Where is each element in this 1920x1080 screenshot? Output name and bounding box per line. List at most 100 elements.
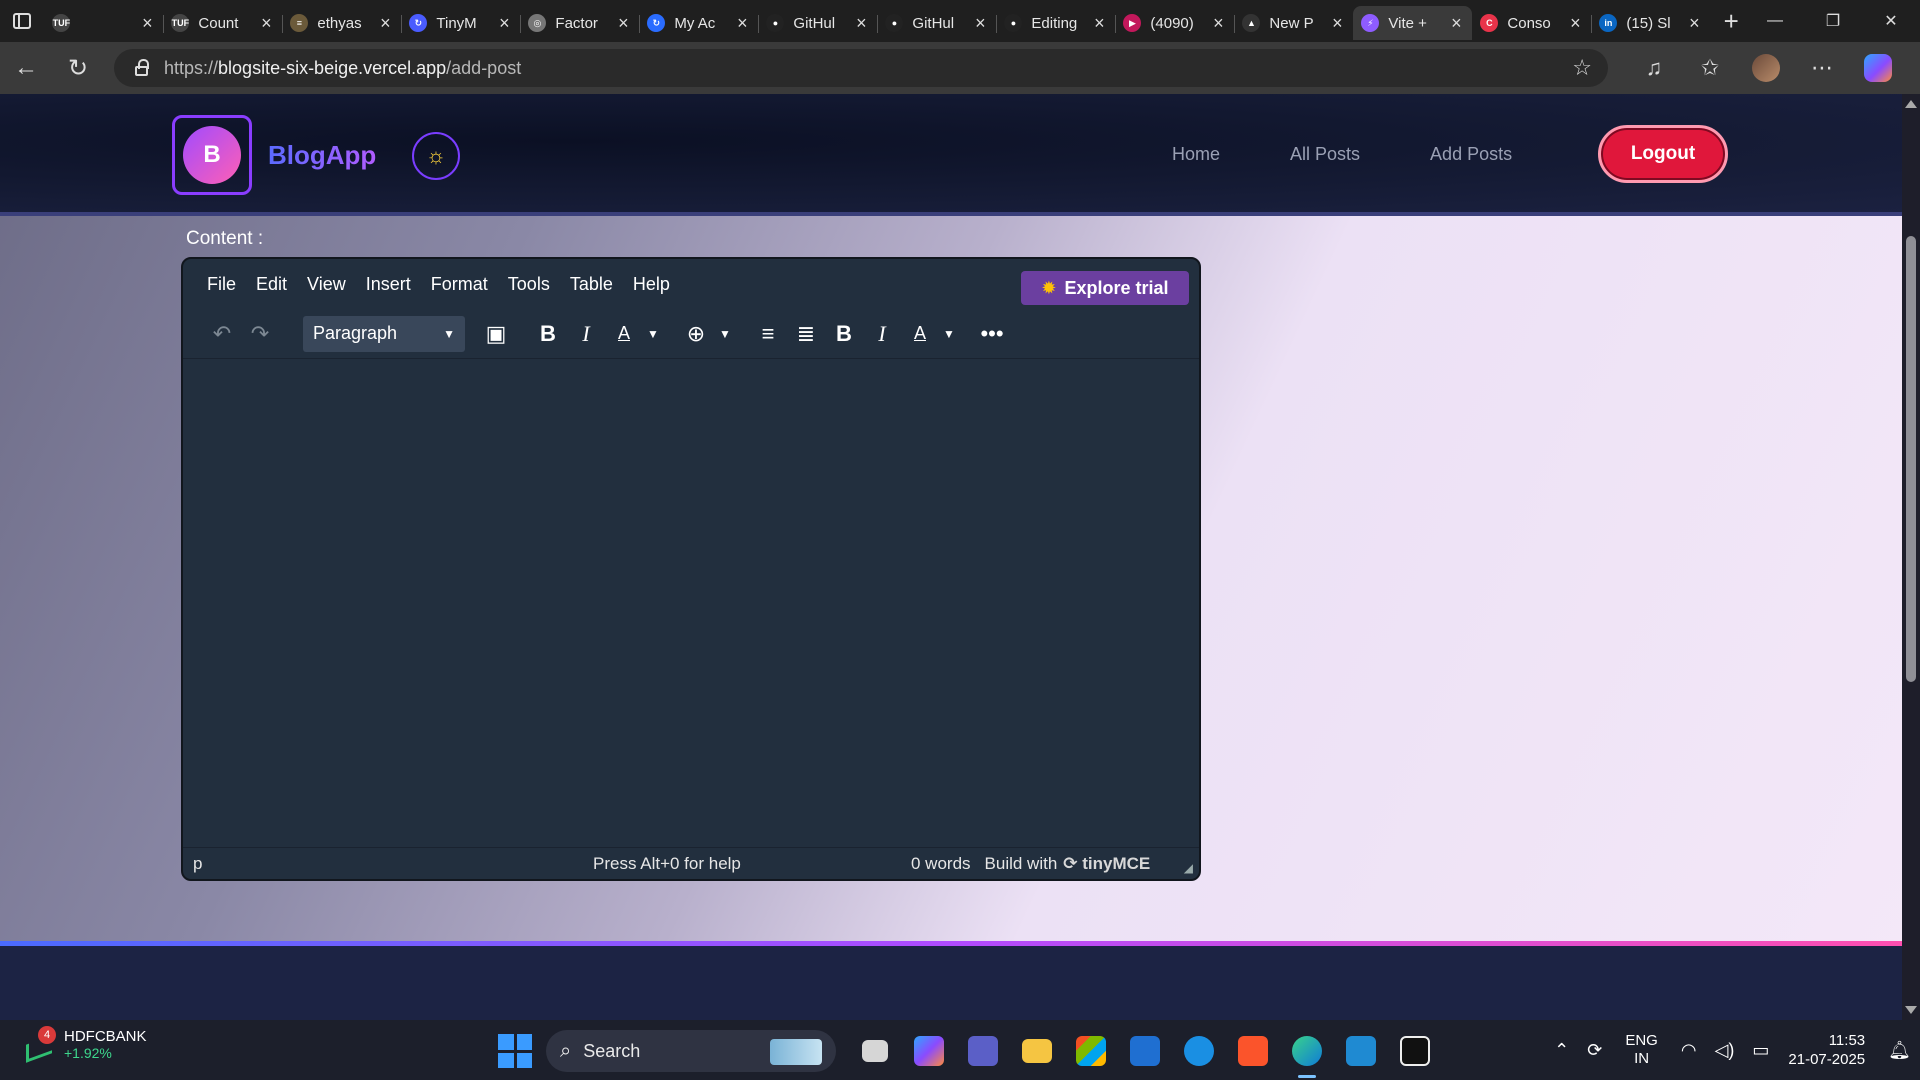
build-with-badge[interactable]: Build with ⟳ tinyMCE [985, 854, 1151, 874]
browser-tab[interactable]: in (15) Sl × [1591, 6, 1710, 40]
new-tab-button[interactable]: + [1716, 4, 1746, 38]
close-tab-icon[interactable]: × [734, 13, 750, 34]
more-menu-icon[interactable]: ⋯ [1794, 55, 1850, 81]
read-aloud-icon[interactable]: ♫ [1626, 55, 1682, 81]
text-color-icon-2[interactable]: A [901, 317, 939, 351]
file-explorer-icon[interactable] [1014, 1028, 1060, 1074]
bold-icon-2[interactable]: B [825, 317, 863, 351]
text-color-icon[interactable]: A [605, 317, 643, 351]
close-tab-icon[interactable]: × [1448, 13, 1464, 34]
notifications-bell-icon[interactable]: 🔔︎ [1888, 1040, 1911, 1061]
redo-icon[interactable]: ↷ [241, 317, 279, 351]
menu-table[interactable]: Table [570, 274, 613, 295]
text-color-chevron-icon[interactable]: ▼ [643, 317, 663, 351]
block-format-select[interactable]: Paragraph ▼ [303, 315, 465, 352]
close-tab-icon[interactable]: × [377, 13, 393, 34]
back-icon[interactable]: ← [0, 42, 52, 94]
lock-icon[interactable] [130, 59, 152, 76]
terminal-app-icon[interactable] [1392, 1028, 1438, 1074]
browser-tab[interactable]: ≡ ethyas × [282, 6, 401, 40]
menu-edit[interactable]: Edit [256, 274, 287, 295]
scroll-down-icon[interactable] [1905, 1006, 1917, 1014]
theme-toggle-sun-icon[interactable]: ☼ [412, 132, 460, 180]
explore-trial-button[interactable]: ✹ Explore trial [1021, 271, 1189, 305]
nav-home-link[interactable]: Home [1172, 144, 1220, 165]
brave-browser-icon[interactable] [1230, 1028, 1276, 1074]
close-tab-icon[interactable]: × [1567, 13, 1583, 34]
browser-tab[interactable]: ↻ My Ac × [639, 6, 758, 40]
menu-help[interactable]: Help [633, 274, 670, 295]
browser-tab[interactable]: ● GitHul × [877, 6, 996, 40]
browser-tab[interactable]: ▶ (4090) × [1115, 6, 1234, 40]
close-tab-icon[interactable]: × [1210, 13, 1226, 34]
vscode-icon[interactable] [1338, 1028, 1384, 1074]
battery-icon[interactable]: ▭ [1752, 1040, 1769, 1061]
copilot-icon[interactable] [1850, 54, 1906, 82]
sync-icon[interactable]: ⟳ [1587, 1040, 1602, 1061]
align-left-icon[interactable]: ≡ [749, 317, 787, 351]
close-window-icon[interactable]: ✕ [1862, 0, 1920, 42]
page-scrollbar[interactable] [1902, 94, 1920, 1020]
element-path[interactable]: p [193, 854, 593, 874]
align-center-icon[interactable]: ≣ [787, 317, 825, 351]
browser-tab[interactable]: ● GitHul × [758, 6, 877, 40]
clock[interactable]: 11:53 21-07-2025 [1788, 1031, 1865, 1069]
browser-tab[interactable]: C Conso × [1472, 6, 1591, 40]
show-hidden-icons-chevron-icon[interactable]: ⌃ [1554, 1040, 1569, 1061]
myhp-icon[interactable] [1122, 1028, 1168, 1074]
browser-tab[interactable]: ⚡ Vite + × [1353, 6, 1473, 40]
close-tab-icon[interactable]: × [258, 13, 274, 34]
task-view-icon[interactable] [852, 1028, 898, 1074]
editor-content-area[interactable] [183, 359, 1199, 841]
insert-image-icon[interactable]: ▣ [477, 317, 515, 351]
browser-tab[interactable]: TUF × [44, 6, 163, 40]
stock-widget[interactable]: 4 HDFCBANK +1.92% [24, 1025, 147, 1063]
close-tab-icon[interactable]: × [1091, 13, 1107, 34]
browser-tab[interactable]: ◎ Factor × [520, 6, 639, 40]
favorites-icon[interactable]: ✩ [1682, 55, 1738, 81]
tab-actions-icon[interactable] [0, 0, 44, 42]
more-tools-icon[interactable]: ••• [973, 317, 1011, 351]
language-globe-icon[interactable]: ⊕ [677, 317, 715, 351]
browser-tab[interactable]: TUF Count × [163, 6, 282, 40]
profile-avatar[interactable] [1738, 54, 1794, 82]
browser-tab[interactable]: ↻ TinyM × [401, 6, 520, 40]
close-tab-icon[interactable]: × [853, 13, 869, 34]
nav-add-posts-link[interactable]: Add Posts [1430, 144, 1512, 165]
browser-tab[interactable]: ● Editing × [996, 6, 1115, 40]
undo-icon[interactable]: ↶ [203, 317, 241, 351]
menu-file[interactable]: File [207, 274, 236, 295]
browser-tab[interactable]: ▲ New P × [1234, 6, 1353, 40]
language-indicator[interactable]: ENG IN [1625, 1032, 1658, 1068]
nav-all-posts-link[interactable]: All Posts [1290, 144, 1360, 165]
close-tab-icon[interactable]: × [139, 13, 155, 34]
menu-insert[interactable]: Insert [366, 274, 411, 295]
wifi-icon[interactable]: ◠ [1681, 1040, 1697, 1061]
resize-handle-icon[interactable]: ◢ [1184, 861, 1193, 875]
scroll-thumb[interactable] [1906, 236, 1916, 682]
close-tab-icon[interactable]: × [496, 13, 512, 34]
close-tab-icon[interactable]: × [615, 13, 631, 34]
microsoft-store-icon[interactable] [1068, 1028, 1114, 1074]
copilot-app-icon[interactable] [906, 1028, 952, 1074]
language-chevron-icon[interactable]: ▼ [715, 317, 735, 351]
brand-name[interactable]: BlogApp [268, 140, 376, 171]
menu-tools[interactable]: Tools [508, 274, 550, 295]
word-count[interactable]: 0 words [911, 854, 971, 874]
maximize-icon[interactable]: ❐ [1804, 0, 1862, 42]
scroll-up-icon[interactable] [1905, 100, 1917, 108]
bold-icon[interactable]: B [529, 317, 567, 351]
volume-icon[interactable]: ◁) [1715, 1040, 1735, 1061]
menu-view[interactable]: View [307, 274, 346, 295]
italic-icon[interactable]: I [567, 317, 605, 351]
minimize-icon[interactable]: — [1746, 0, 1804, 42]
teams-icon[interactable] [960, 1028, 1006, 1074]
text-color-chevron-icon-2[interactable]: ▼ [939, 317, 959, 351]
favorite-star-icon[interactable]: ☆ [1572, 55, 1592, 81]
close-tab-icon[interactable]: × [1329, 13, 1345, 34]
edge-browser-icon[interactable] [1284, 1028, 1330, 1078]
close-tab-icon[interactable]: × [972, 13, 988, 34]
url-field[interactable]: https://blogsite-six-beige.vercel.app/ad… [114, 49, 1608, 87]
close-tab-icon[interactable]: × [1686, 13, 1702, 34]
reload-icon[interactable]: ↻ [52, 42, 104, 94]
